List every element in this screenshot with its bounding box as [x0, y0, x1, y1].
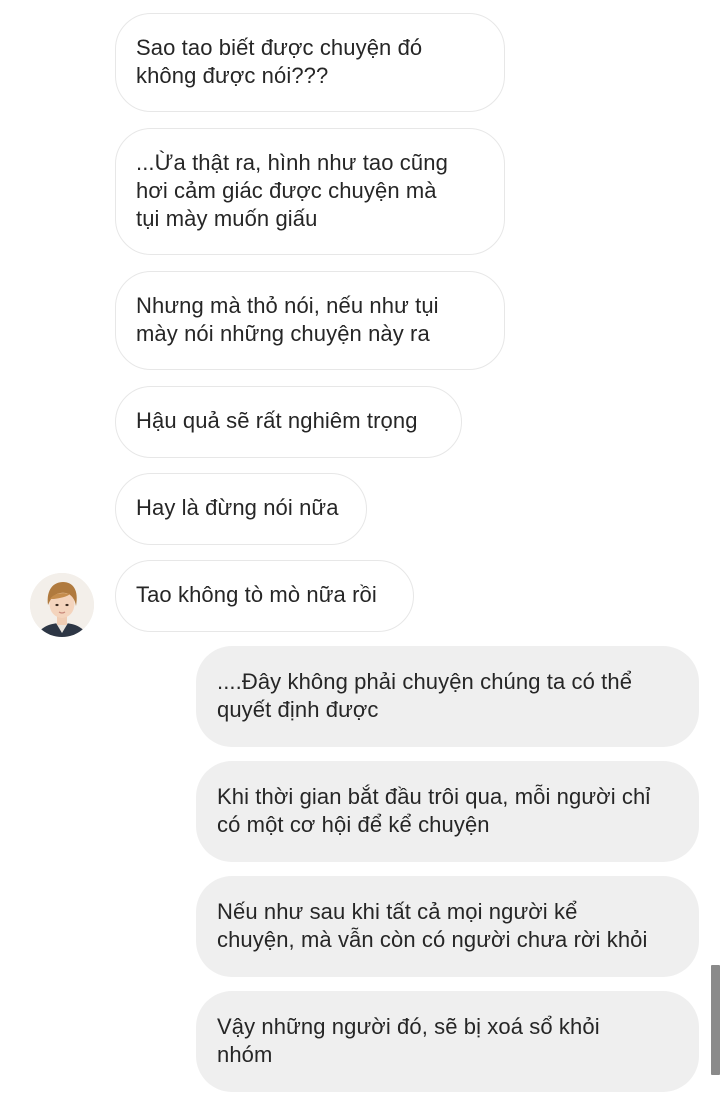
sender-avatar[interactable]	[30, 573, 94, 637]
scrollbar[interactable]	[711, 965, 720, 1075]
message-thread[interactable]: Sao tao biết được chuyện đó không được n…	[0, 0, 720, 1104]
outgoing-message-bubble[interactable]: Nếu như sau khi tất cả mọi người kể chuy…	[196, 876, 699, 977]
outgoing-message-bubble[interactable]: Vậy những người đó, sẽ bị xoá sổ khỏi nh…	[196, 991, 699, 1092]
incoming-message-bubble[interactable]: Hậu quả sẽ rất nghiêm trọng	[115, 386, 462, 458]
incoming-message-bubble[interactable]: Tao không tò mò nữa rồi	[115, 560, 414, 632]
incoming-message-bubble[interactable]: Hay là đừng nói nữa	[115, 473, 367, 545]
incoming-message-bubble[interactable]: ...Ừa thật ra, hình như tao cũng hơi cảm…	[115, 128, 505, 255]
outgoing-message-bubble[interactable]: Khi thời gian bắt đầu trôi qua, mỗi ngườ…	[196, 761, 699, 862]
avatar-image	[30, 573, 94, 637]
incoming-message-bubble[interactable]: Nhưng mà thỏ nói, nếu như tụi mày nói nh…	[115, 271, 505, 370]
outgoing-message-bubble[interactable]: ....Đây không phải chuyện chúng ta có th…	[196, 646, 699, 747]
incoming-message-bubble[interactable]: Sao tao biết được chuyện đó không được n…	[115, 13, 505, 112]
